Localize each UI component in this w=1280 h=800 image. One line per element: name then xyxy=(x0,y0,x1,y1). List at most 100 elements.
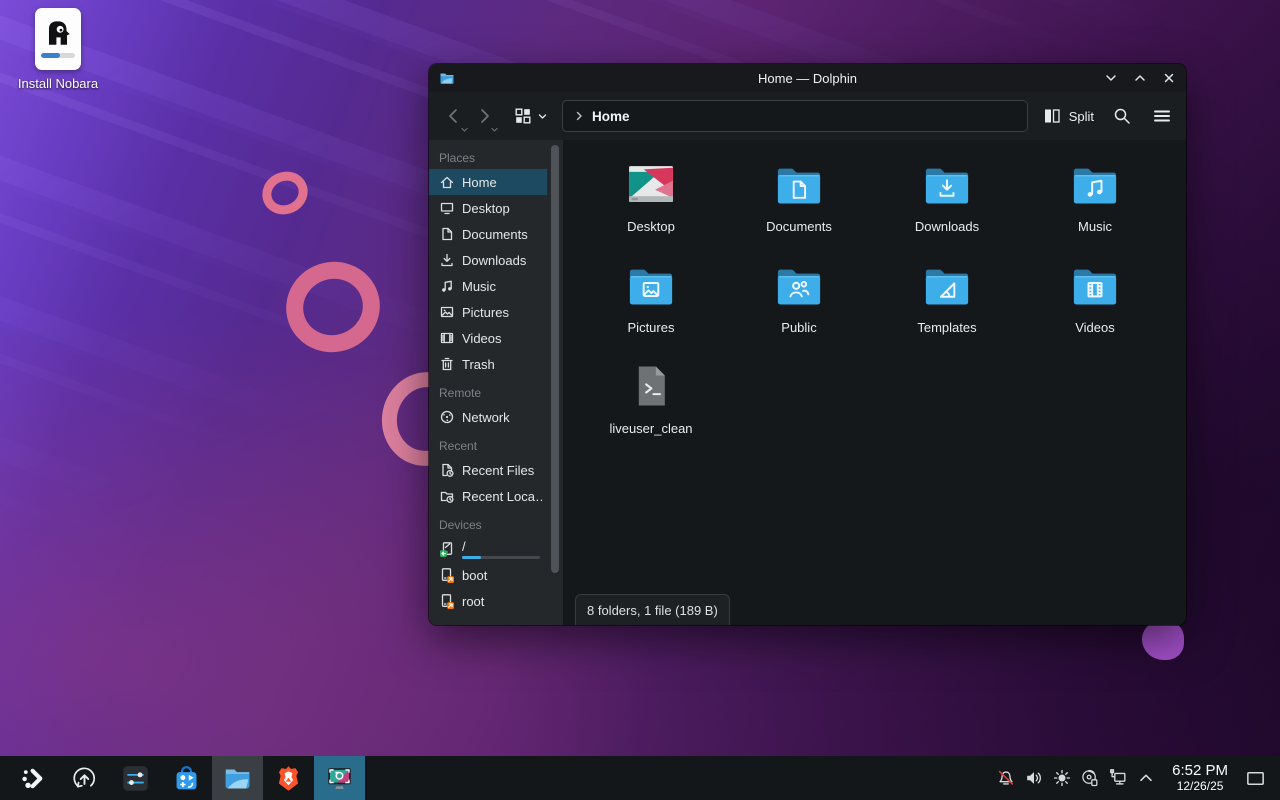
taskbar-app-dolphin[interactable] xyxy=(212,756,263,800)
view-grid-icon xyxy=(513,106,533,126)
file-item-templates[interactable]: Templates xyxy=(873,253,1021,354)
show-desktop-button[interactable] xyxy=(1242,756,1268,800)
file-icon xyxy=(921,158,973,210)
menu-button[interactable] xyxy=(1152,106,1172,126)
taskbar-app-spectacle[interactable] xyxy=(314,756,365,800)
sidebar-item-label: Downloads xyxy=(462,253,542,268)
nobara-logo-plate xyxy=(35,8,81,70)
sidebar-section-header: Devices xyxy=(429,509,547,536)
taskbar-app-icon xyxy=(172,764,201,793)
file-label: Pictures xyxy=(628,320,675,335)
sidebar-item-recent-locations[interactable]: Recent Loca… xyxy=(429,483,547,509)
sidebar-item-recent-files[interactable]: Recent Files xyxy=(429,457,547,483)
sidebar-item-icon xyxy=(439,174,455,190)
tray-icon-expand[interactable] xyxy=(1132,756,1160,800)
file-item-downloads[interactable]: Downloads xyxy=(873,152,1021,253)
forward-button[interactable] xyxy=(471,103,497,129)
sidebar-item-desktop[interactable]: Desktop xyxy=(429,195,547,221)
sidebar-item-root[interactable]: root xyxy=(429,588,547,614)
search-button[interactable] xyxy=(1112,106,1132,126)
system-tray xyxy=(992,756,1160,800)
sidebar-item-pictures[interactable]: Pictures xyxy=(429,299,547,325)
sidebar-item-root-partition[interactable]: / xyxy=(429,536,547,562)
sidebar-item-boot[interactable]: boot xyxy=(429,562,547,588)
sidebar-item-icon xyxy=(439,252,455,268)
tray-glyph-icon xyxy=(1024,768,1044,788)
tray-glyph-icon xyxy=(1136,768,1156,788)
back-button[interactable] xyxy=(441,103,467,129)
taskbar-app-discover[interactable] xyxy=(161,756,212,800)
sidebar-item-downloads[interactable]: Downloads xyxy=(429,247,547,273)
sidebar-item-music[interactable]: Music xyxy=(429,273,547,299)
scrollbar-thumb[interactable] xyxy=(551,145,559,573)
view-mode-button[interactable] xyxy=(513,106,548,126)
show-desktop-icon xyxy=(1245,768,1266,789)
maximize-button[interactable] xyxy=(1133,71,1147,85)
sidebar-item-label: Recent Loca… xyxy=(462,489,542,504)
sidebar-section-header: Remote xyxy=(429,377,547,404)
wallpaper-torus-medium xyxy=(274,250,391,365)
sidebar-item-home[interactable]: Home xyxy=(429,169,547,195)
tray-icon-removable-media[interactable] xyxy=(1076,756,1104,800)
file-item-desktop[interactable]: Desktop xyxy=(577,152,725,253)
file-label: Public xyxy=(781,320,816,335)
tray-icon-volume[interactable] xyxy=(1020,756,1048,800)
split-button[interactable]: Split xyxy=(1042,106,1094,126)
file-item-liveuser_clean[interactable]: liveuser_clean xyxy=(577,354,725,455)
wallpaper-blob xyxy=(1142,620,1184,660)
sidebar-section: Remote Network xyxy=(429,377,547,430)
taskbar-app-system-updater[interactable] xyxy=(59,756,110,800)
sidebar-item-label: Videos xyxy=(462,331,542,346)
status-bar: 8 folders, 1 file (189 B) xyxy=(575,594,730,625)
wallpaper-torus-small xyxy=(255,164,314,222)
sidebar-item-label: / xyxy=(462,539,542,554)
taskbar-app-icon xyxy=(70,764,99,793)
file-grid: Desktop Documents Downloads Music xyxy=(563,140,1186,455)
file-item-videos[interactable]: Videos xyxy=(1021,253,1169,354)
clock-date: 12/26/25 xyxy=(1172,780,1228,793)
folder-view[interactable]: Desktop Documents Downloads Music xyxy=(563,140,1186,625)
location-bar[interactable]: Home xyxy=(562,100,1028,132)
clock-time: 6:52 PM xyxy=(1172,763,1228,780)
file-item-public[interactable]: Public xyxy=(725,253,873,354)
toolbar: Home Split xyxy=(429,92,1186,140)
file-icon xyxy=(625,259,677,311)
taskbar-app-settings[interactable] xyxy=(110,756,161,800)
sidebar-item-documents[interactable]: Documents xyxy=(429,221,547,247)
sidebar-item-icon xyxy=(439,200,455,216)
breadcrumb[interactable]: Home xyxy=(592,109,630,124)
sidebar-item-videos[interactable]: Videos xyxy=(429,325,547,351)
tray-glyph-icon xyxy=(1052,768,1072,788)
tray-icon-network[interactable] xyxy=(1104,756,1132,800)
file-icon xyxy=(773,158,825,210)
file-item-documents[interactable]: Documents xyxy=(725,152,873,253)
taskbar-app-app-launcher[interactable] xyxy=(8,756,59,800)
titlebar[interactable]: Home — Dolphin xyxy=(429,64,1186,92)
sidebar-scrollbar[interactable] xyxy=(547,140,563,625)
file-label: liveuser_clean xyxy=(609,421,692,436)
sidebar-item-icon xyxy=(439,330,455,346)
forward-dropdown-caret-icon xyxy=(490,121,499,130)
sidebar-item-icon xyxy=(439,462,455,478)
sidebar-item-icon xyxy=(439,356,455,372)
file-item-music[interactable]: Music xyxy=(1021,152,1169,253)
file-item-pictures[interactable]: Pictures xyxy=(577,253,725,354)
sidebar-item-label: Network xyxy=(462,410,542,425)
file-icon xyxy=(1069,158,1121,210)
install-nobara-shortcut[interactable]: Install Nobara xyxy=(0,8,116,91)
tray-icon-brightness[interactable] xyxy=(1048,756,1076,800)
minimize-button[interactable] xyxy=(1104,71,1118,85)
tray-icon-notifications-muted[interactable] xyxy=(992,756,1020,800)
sidebar-item-trash[interactable]: Trash xyxy=(429,351,547,377)
sidebar-item-network[interactable]: Network xyxy=(429,404,547,430)
file-label: Documents xyxy=(766,219,832,234)
taskbar-app-brave[interactable] xyxy=(263,756,314,800)
sidebar-item-icon xyxy=(439,226,455,242)
clock[interactable]: 6:52 PM 12/26/25 xyxy=(1172,763,1228,793)
close-button[interactable] xyxy=(1162,71,1176,85)
view-mode-caret-icon xyxy=(537,111,548,122)
sidebar-item-label: boot xyxy=(462,568,542,583)
sidebar-section-header: Recent xyxy=(429,430,547,457)
file-icon xyxy=(625,158,677,210)
breadcrumb-chevron-icon xyxy=(573,110,585,122)
